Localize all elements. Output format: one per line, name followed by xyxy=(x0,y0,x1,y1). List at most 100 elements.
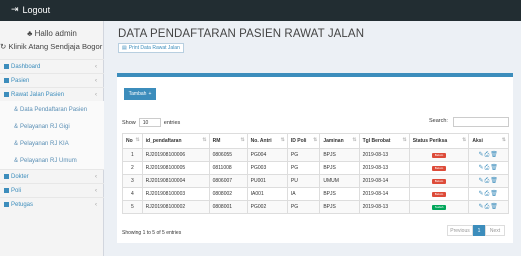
status-badge: Belum xyxy=(432,192,447,197)
column-header[interactable]: Jaminan ⇅ xyxy=(319,133,360,149)
data-box: Tambah + Show 10 entries Search: No ⇅ id_p… xyxy=(117,73,513,243)
sort-icon: ⇅ xyxy=(352,137,357,143)
cell-id: RJ201908100002 xyxy=(141,200,210,214)
column-header-label: Aksi xyxy=(472,138,483,144)
cell-antri: PG004 xyxy=(246,148,288,162)
clinic-text: Klinik Atang Sendjaja Bogor xyxy=(8,42,103,51)
add-label: Tambah xyxy=(128,91,147,97)
sidebar-item-poli[interactable]: Poli ‹ xyxy=(0,183,104,197)
column-header[interactable]: Aksi ⇅ xyxy=(468,133,509,149)
status-badge: Sudah xyxy=(432,205,447,210)
sidebar-item-pelayanan-rj-umum[interactable]: & Pelayanan RJ Umum xyxy=(0,152,104,169)
logout-label: Logout xyxy=(22,4,51,15)
cell-jaminan: BPJS xyxy=(319,161,360,175)
sidebar-item-dokter[interactable]: Dokter ‹ xyxy=(0,169,104,183)
show-label: Show xyxy=(122,119,136,126)
submenu-bullet-icon: & xyxy=(14,123,19,130)
delete-icon[interactable]: 🗑 xyxy=(490,165,499,171)
sort-icon: ⇅ xyxy=(313,137,318,143)
table-row: 3 RJ201908100004 0806007 PU001 PU UMUM 2019-08… xyxy=(122,174,509,188)
table-body: 1 RJ201908100006 0806055 PG004 PG BPJS 2019-08… xyxy=(122,148,509,214)
cell-tgl: 2019-08-13 xyxy=(358,200,410,214)
add-button[interactable]: Tambah + xyxy=(124,88,156,100)
sidebar-item-pasien[interactable]: Pasien ‹ xyxy=(0,73,104,87)
column-header[interactable]: Tgl Berobat ⇅ xyxy=(358,133,410,149)
sidebar-item-rawat-jalan-pasien[interactable]: Rawat Jalan Pasien ‹ xyxy=(0,87,104,101)
next-page-button[interactable]: Next xyxy=(485,225,505,236)
cell-poli: PG xyxy=(286,161,321,175)
cell-poli: PG xyxy=(286,200,321,214)
cell-id: RJ201908100006 xyxy=(141,148,210,162)
sidebar-item-label: Pelayanan RJ Umum xyxy=(20,157,77,164)
print-button[interactable]: ▤ Print Data Rawat Jalan xyxy=(118,43,184,53)
cell-id: RJ201908100005 xyxy=(141,161,210,175)
column-header[interactable]: Status Periksa ⇅ xyxy=(408,133,470,149)
menu-square-icon xyxy=(4,202,9,207)
delete-icon[interactable]: 🗑 xyxy=(490,152,499,158)
entries-select[interactable]: 10 xyxy=(138,118,161,127)
cell-tgl: 2019-08-14 xyxy=(358,187,410,201)
sidebar-item-label: Dokter xyxy=(11,173,29,180)
page-title: DATA PENDAFTARAN PASIEN RAWAT JALAN xyxy=(118,28,365,40)
sort-icon: ⇅ xyxy=(280,137,285,143)
delete-icon[interactable]: 🗑 xyxy=(490,191,499,197)
cell-jaminan: BPJS xyxy=(319,148,360,162)
sidebar-item-pelayanan-rj-kia[interactable]: & Pelayanan RJ KIA xyxy=(0,135,104,152)
search-input[interactable] xyxy=(453,117,509,127)
cell-antri: IA001 xyxy=(246,187,288,201)
print-icon: ▤ xyxy=(122,45,127,51)
column-header-label: No. Antri xyxy=(250,138,272,144)
column-header[interactable]: id_pendaftaran ⇅ xyxy=(141,133,210,149)
sidebar-item-data-pendaftaran-pasien[interactable]: & Data Pendaftaran Pasien xyxy=(0,101,104,118)
user-icon: ♣ xyxy=(27,29,33,38)
column-header[interactable]: No ⇅ xyxy=(122,133,143,149)
sidebar-item-pelayanan-rj-gigi[interactable]: & Pelayanan RJ Gigi xyxy=(0,118,104,135)
chevron-left-icon: ‹ xyxy=(95,63,97,70)
submenu-bullet-icon: & xyxy=(14,106,19,113)
cell-status: Belum xyxy=(408,148,470,162)
column-header[interactable]: RM ⇅ xyxy=(208,133,248,149)
cell-tgl: 2019-08-13 xyxy=(358,148,410,162)
sort-icon: ⇅ xyxy=(402,137,407,143)
sidebar-menu: Dashboard ‹ Pasien ‹ Rawat Jalan Pasien ‹ & Dat… xyxy=(0,59,104,211)
cell-actions: ✎⎙🗑 xyxy=(468,161,509,175)
hospital-icon: ↻ xyxy=(0,42,7,51)
delete-icon[interactable]: 🗑 xyxy=(490,204,499,210)
chevron-left-icon: ‹ xyxy=(95,187,97,194)
entries-label: entries xyxy=(163,119,181,126)
cell-rm: 0811008 xyxy=(208,161,248,175)
cell-poli: PU xyxy=(286,174,321,188)
table-row: 5 RJ201908100002 0808001 PG002 PG BPJS 2019-08… xyxy=(122,200,509,214)
table-row: 4 RJ201908100003 0808002 IA001 IA BPJS 2019-08… xyxy=(122,187,509,201)
delete-icon[interactable]: 🗑 xyxy=(490,178,499,184)
cell-id: RJ201908100003 xyxy=(141,187,210,201)
page-1-button[interactable]: 1 xyxy=(473,225,485,236)
table-row: 2 RJ201908100005 0811008 PG003 PG BPJS 2019-08… xyxy=(122,161,509,175)
user-greeting: ♣ Hallo admin xyxy=(0,29,104,38)
column-header-label: No xyxy=(126,138,133,144)
sort-icon: ⇅ xyxy=(135,137,140,143)
status-badge: Belum xyxy=(432,166,447,171)
sidebar: ♣ Hallo admin ↻ Klinik Atang Sendjaja Bo… xyxy=(0,21,104,256)
previous-page-button[interactable]: Previous xyxy=(447,225,473,236)
logout-link[interactable]: ⇥ Logout xyxy=(11,4,50,15)
cell-antri: PG003 xyxy=(246,161,288,175)
column-header-label: Status Periksa xyxy=(412,138,448,144)
sidebar-item-dashboard[interactable]: Dashboard ‹ xyxy=(0,59,104,73)
column-header[interactable]: ID Poli ⇅ xyxy=(286,133,321,149)
column-header-label: RM xyxy=(212,138,221,144)
entries-value: 10 xyxy=(142,119,149,126)
cell-actions: ✎⎙🗑 xyxy=(468,200,509,214)
cell-tgl: 2019-08-14 xyxy=(358,174,410,188)
menu-square-icon xyxy=(4,174,9,179)
sidebar-item-petugas[interactable]: Petugas ‹ xyxy=(0,197,104,211)
column-header-label: Tgl Berobat xyxy=(362,138,391,144)
cell-jaminan: BPJS xyxy=(319,200,360,214)
clinic-name: ↻ Klinik Atang Sendjaja Bogor xyxy=(0,42,104,51)
cell-no: 3 xyxy=(122,174,143,188)
column-header[interactable]: No. Antri ⇅ xyxy=(246,133,288,149)
cell-status: Sudah xyxy=(408,200,470,214)
cell-antri: PG002 xyxy=(246,200,288,214)
cell-rm: 0808001 xyxy=(208,200,248,214)
table-info: Showing 1 to 5 of 5 entries xyxy=(122,230,182,236)
